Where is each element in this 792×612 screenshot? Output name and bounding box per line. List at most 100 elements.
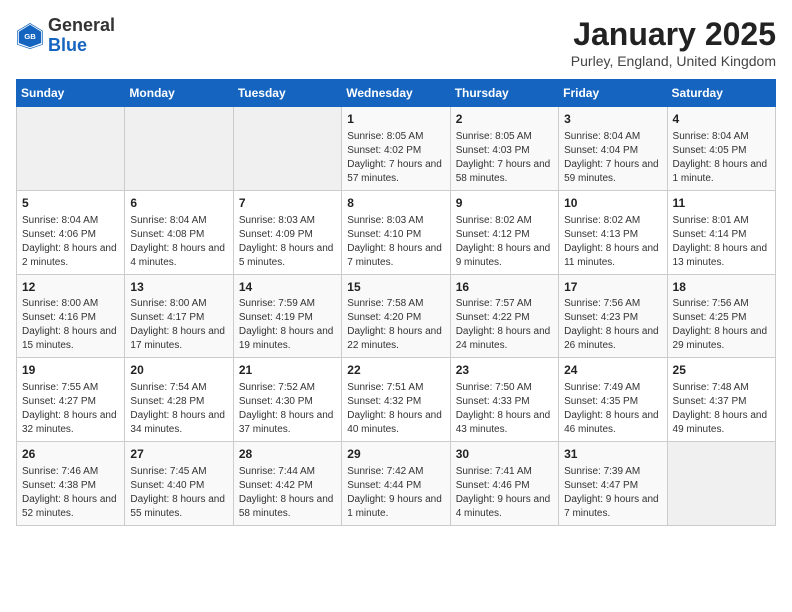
day-number: 14 (239, 279, 336, 296)
logo: GB General Blue (16, 16, 115, 56)
day-number: 15 (347, 279, 444, 296)
calendar-cell: 6 Sunrise: 8:04 AM Sunset: 4:08 PM Daylig… (125, 190, 233, 274)
day-info: Sunrise: 8:05 AM Sunset: 4:02 PM Dayligh… (347, 130, 444, 186)
day-info: Sunrise: 8:00 AM Sunset: 4:17 PM Dayligh… (130, 297, 227, 353)
calendar-cell: 20Sunrise: 7:54 AM Sunset: 4:28 PM Dayli… (125, 358, 233, 442)
day-number: 22 (347, 362, 444, 379)
day-number: 12 (22, 279, 119, 296)
calendar-cell: 14Sunrise: 7:59 AM Sunset: 4:19 PM Dayli… (233, 274, 341, 358)
day-info: Sunrise: 8:00 AM Sunset: 4:16 PM Dayligh… (22, 297, 119, 353)
day-number: 1 (347, 111, 444, 128)
calendar-cell: 29Sunrise: 7:42 AM Sunset: 4:44 PM Dayli… (342, 442, 450, 526)
day-number: 30 (456, 446, 553, 463)
weekday-header-cell: Friday (559, 80, 667, 107)
day-number: 20 (130, 362, 227, 379)
day-number: 4 (673, 111, 770, 128)
logo-text: General Blue (48, 16, 115, 56)
calendar-cell: 19Sunrise: 7:55 AM Sunset: 4:27 PM Dayli… (17, 358, 125, 442)
calendar-cell (667, 442, 775, 526)
day-number: 24 (564, 362, 661, 379)
day-number: 2 (456, 111, 553, 128)
day-info: Sunrise: 8:04 AM Sunset: 4:04 PM Dayligh… (564, 130, 661, 186)
calendar-cell: 3 Sunrise: 8:04 AM Sunset: 4:04 PM Daylig… (559, 107, 667, 191)
weekday-header-cell: Monday (125, 80, 233, 107)
logo-blue: Blue (48, 35, 87, 55)
calendar-cell (125, 107, 233, 191)
weekday-header: SundayMondayTuesdayWednesdayThursdayFrid… (17, 80, 776, 107)
title-section: January 2025 Purley, England, United Kin… (571, 16, 776, 69)
day-info: Sunrise: 7:56 AM Sunset: 4:23 PM Dayligh… (564, 297, 661, 353)
calendar-cell: 27 Sunrise: 7:45 AM Sunset: 4:40 PM Dayli… (125, 442, 233, 526)
calendar-cell: 25Sunrise: 7:48 AM Sunset: 4:37 PM Dayli… (667, 358, 775, 442)
day-info: Sunrise: 7:55 AM Sunset: 4:27 PM Dayligh… (22, 381, 119, 437)
day-info: Sunrise: 7:48 AM Sunset: 4:37 PM Dayligh… (673, 381, 770, 437)
day-number: 8 (347, 195, 444, 212)
calendar-cell: 2Sunrise: 8:05 AM Sunset: 4:03 PM Daylig… (450, 107, 558, 191)
calendar-cell: 16Sunrise: 7:57 AM Sunset: 4:22 PM Dayli… (450, 274, 558, 358)
logo-general: General (48, 15, 115, 35)
calendar-week-row: 12Sunrise: 8:00 AM Sunset: 4:16 PM Dayli… (17, 274, 776, 358)
calendar-cell: 10 Sunrise: 8:02 AM Sunset: 4:13 PM Dayli… (559, 190, 667, 274)
day-number: 26 (22, 446, 119, 463)
day-number: 11 (673, 195, 770, 212)
header: GB General Blue January 2025 Purley, Eng… (16, 16, 776, 69)
day-info: Sunrise: 8:01 AM Sunset: 4:14 PM Dayligh… (673, 214, 770, 270)
day-info: Sunrise: 7:51 AM Sunset: 4:32 PM Dayligh… (347, 381, 444, 437)
day-info: Sunrise: 7:58 AM Sunset: 4:20 PM Dayligh… (347, 297, 444, 353)
day-number: 21 (239, 362, 336, 379)
calendar-cell: 1 Sunrise: 8:05 AM Sunset: 4:02 PM Daylig… (342, 107, 450, 191)
calendar-week-row: 5 Sunrise: 8:04 AM Sunset: 4:06 PM Daylig… (17, 190, 776, 274)
day-info: Sunrise: 7:46 AM Sunset: 4:38 PM Dayligh… (22, 465, 119, 521)
calendar-week-row: 26 Sunrise: 7:46 AM Sunset: 4:38 PM Dayli… (17, 442, 776, 526)
day-number: 6 (130, 195, 227, 212)
calendar-cell: 22 Sunrise: 7:51 AM Sunset: 4:32 PM Dayli… (342, 358, 450, 442)
day-number: 3 (564, 111, 661, 128)
calendar-cell: 21 Sunrise: 7:52 AM Sunset: 4:30 PM Dayli… (233, 358, 341, 442)
calendar-cell: 26 Sunrise: 7:46 AM Sunset: 4:38 PM Dayli… (17, 442, 125, 526)
day-number: 9 (456, 195, 553, 212)
calendar-cell: 18Sunrise: 7:56 AM Sunset: 4:25 PM Dayli… (667, 274, 775, 358)
calendar-cell (233, 107, 341, 191)
weekday-header-cell: Wednesday (342, 80, 450, 107)
calendar-week-row: 19Sunrise: 7:55 AM Sunset: 4:27 PM Dayli… (17, 358, 776, 442)
day-info: Sunrise: 7:42 AM Sunset: 4:44 PM Dayligh… (347, 465, 444, 521)
day-number: 23 (456, 362, 553, 379)
day-info: Sunrise: 8:03 AM Sunset: 4:10 PM Dayligh… (347, 214, 444, 270)
calendar-cell (17, 107, 125, 191)
day-info: Sunrise: 7:57 AM Sunset: 4:22 PM Dayligh… (456, 297, 553, 353)
day-number: 16 (456, 279, 553, 296)
weekday-header-cell: Tuesday (233, 80, 341, 107)
day-info: Sunrise: 7:49 AM Sunset: 4:35 PM Dayligh… (564, 381, 661, 437)
calendar-cell: 23Sunrise: 7:50 AM Sunset: 4:33 PM Dayli… (450, 358, 558, 442)
day-number: 18 (673, 279, 770, 296)
day-info: Sunrise: 7:45 AM Sunset: 4:40 PM Dayligh… (130, 465, 227, 521)
calendar-cell: 17Sunrise: 7:56 AM Sunset: 4:23 PM Dayli… (559, 274, 667, 358)
day-number: 28 (239, 446, 336, 463)
day-number: 27 (130, 446, 227, 463)
calendar-cell: 4 Sunrise: 8:04 AM Sunset: 4:05 PM Daylig… (667, 107, 775, 191)
weekday-header-cell: Thursday (450, 80, 558, 107)
day-info: Sunrise: 8:03 AM Sunset: 4:09 PM Dayligh… (239, 214, 336, 270)
day-number: 13 (130, 279, 227, 296)
calendar-cell: 5 Sunrise: 8:04 AM Sunset: 4:06 PM Daylig… (17, 190, 125, 274)
day-info: Sunrise: 7:56 AM Sunset: 4:25 PM Dayligh… (673, 297, 770, 353)
day-info: Sunrise: 7:41 AM Sunset: 4:46 PM Dayligh… (456, 465, 553, 521)
day-number: 10 (564, 195, 661, 212)
day-info: Sunrise: 8:04 AM Sunset: 4:05 PM Dayligh… (673, 130, 770, 186)
calendar-subtitle: Purley, England, United Kingdom (571, 53, 776, 69)
day-info: Sunrise: 8:04 AM Sunset: 4:08 PM Dayligh… (130, 214, 227, 270)
calendar-cell: 12Sunrise: 8:00 AM Sunset: 4:16 PM Dayli… (17, 274, 125, 358)
calendar-cell: 31Sunrise: 7:39 AM Sunset: 4:47 PM Dayli… (559, 442, 667, 526)
day-number: 7 (239, 195, 336, 212)
calendar-cell: 9Sunrise: 8:02 AM Sunset: 4:12 PM Daylig… (450, 190, 558, 274)
calendar-body: 1 Sunrise: 8:05 AM Sunset: 4:02 PM Daylig… (17, 107, 776, 526)
weekday-header-cell: Saturday (667, 80, 775, 107)
calendar-cell: 30 Sunrise: 7:41 AM Sunset: 4:46 PM Dayli… (450, 442, 558, 526)
day-info: Sunrise: 7:52 AM Sunset: 4:30 PM Dayligh… (239, 381, 336, 437)
calendar-cell: 7 Sunrise: 8:03 AM Sunset: 4:09 PM Daylig… (233, 190, 341, 274)
day-number: 17 (564, 279, 661, 296)
day-number: 5 (22, 195, 119, 212)
day-info: Sunrise: 8:04 AM Sunset: 4:06 PM Dayligh… (22, 214, 119, 270)
calendar-cell: 15Sunrise: 7:58 AM Sunset: 4:20 PM Dayli… (342, 274, 450, 358)
day-info: Sunrise: 8:02 AM Sunset: 4:13 PM Dayligh… (564, 214, 661, 270)
